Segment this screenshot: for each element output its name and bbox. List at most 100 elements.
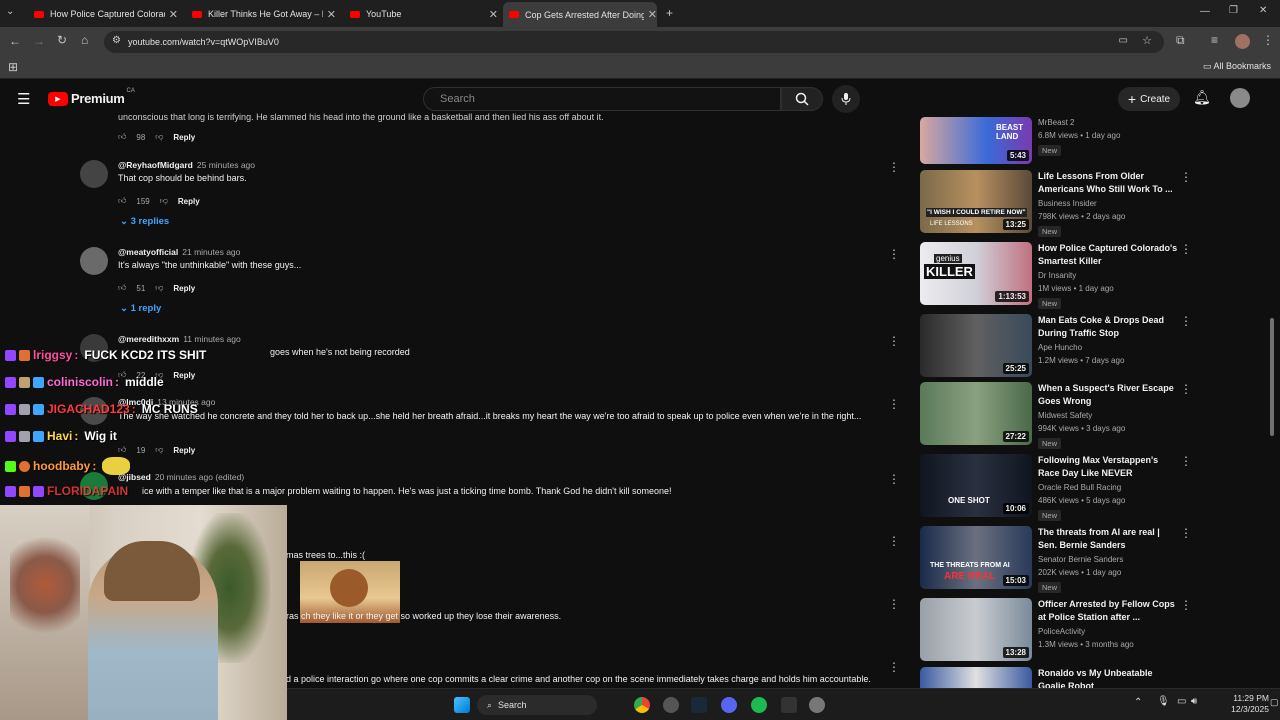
minimize-icon[interactable]: —: [1200, 6, 1210, 17]
channel-name[interactable]: MrBeast 2: [1038, 118, 1074, 127]
video-title[interactable]: How Police Captured Colorado's Smartest …: [1038, 242, 1178, 267]
video-thumbnail[interactable]: ONE SHOT 10:06: [920, 454, 1032, 517]
back-icon[interactable]: ←: [9, 34, 21, 48]
recommended-video[interactable]: genius KILLER 1:13:53 How Police Capture…: [920, 242, 1192, 309]
gear-icon[interactable]: [809, 697, 825, 713]
discord-icon[interactable]: [721, 697, 737, 713]
steam-icon[interactable]: [691, 697, 707, 713]
comment-menu-icon[interactable]: ⋮: [888, 397, 900, 411]
video-thumbnail[interactable]: 27:22: [920, 382, 1032, 445]
video-title[interactable]: Life Lessons From Older Americans Who St…: [1038, 170, 1178, 195]
notification-icon[interactable]: ▢: [1270, 697, 1279, 708]
recommended-video[interactable]: ONE SHOT 10:06 Following Max Verstappen'…: [920, 454, 1192, 521]
recommended-video[interactable]: "I WISH I COULD RETIRE NOW" LIFE LESSONS…: [920, 170, 1192, 237]
app-icon[interactable]: [781, 697, 797, 713]
search-input[interactable]: Search: [423, 87, 781, 111]
video-menu-icon[interactable]: ⋮: [1180, 454, 1192, 468]
bookmark-star-icon[interactable]: ☆: [1142, 34, 1152, 47]
cast-icon[interactable]: ▭: [1119, 35, 1128, 46]
taskbar-search[interactable]: ⌕ Search: [477, 695, 597, 715]
comment-author[interactable]: @meredithxxm 11 minutes ago: [118, 334, 241, 344]
chevron-up-icon[interactable]: ⌃: [1134, 697, 1142, 708]
video-menu-icon[interactable]: ⋮: [1180, 242, 1192, 256]
channel-name[interactable]: Midwest Safety: [1038, 411, 1092, 420]
voice-search-button[interactable]: [832, 85, 860, 113]
channel-name[interactable]: Ape Huncho: [1038, 343, 1082, 352]
microphone-icon[interactable]: 🎙︎: [1157, 696, 1170, 707]
close-icon[interactable]: ✕: [327, 8, 336, 21]
search-button[interactable]: [781, 87, 823, 111]
maximize-icon[interactable]: ❐: [1229, 5, 1238, 16]
video-title[interactable]: The threats from AI are real | Sen. Bern…: [1038, 526, 1178, 551]
comment-menu-icon[interactable]: ⋮: [888, 534, 900, 548]
view-replies-button[interactable]: ⌄ 1 reply: [120, 303, 161, 314]
url-field[interactable]: ⚙ youtube.com/watch?v=qtWOpVIBuV0 ▭ ☆: [104, 31, 1164, 53]
recommended-video[interactable]: BEAST LAND 5:43 MrBeast 2 6.8M views • 1…: [920, 117, 1190, 167]
apps-grid-icon[interactable]: ⊞: [8, 60, 18, 74]
video-thumbnail[interactable]: 13:28: [920, 598, 1032, 661]
comment-menu-icon[interactable]: ⋮: [888, 160, 900, 174]
comment-menu-icon[interactable]: ⋮: [888, 472, 900, 486]
extensions-icon[interactable]: ⧉: [1176, 33, 1185, 48]
video-menu-icon[interactable]: ⋮: [1180, 382, 1192, 396]
reply-button[interactable]: Reply: [178, 197, 200, 206]
dislike-icon[interactable]: 👎︎: [155, 445, 163, 455]
channel-name[interactable]: Business Insider: [1038, 199, 1097, 208]
video-thumbnail[interactable]: THE THREATS FROM AI ARE REAL 15:03: [920, 526, 1032, 589]
recommended-video[interactable]: 25:25 Man Eats Coke & Drops Dead During …: [920, 314, 1192, 380]
channel-name[interactable]: PoliceActivity: [1038, 627, 1085, 636]
scrollbar-thumb[interactable]: [1270, 318, 1274, 436]
tab-search-icon[interactable]: ⌄: [6, 6, 14, 17]
site-info-icon[interactable]: ⚙: [112, 35, 121, 46]
comment-author[interactable]: @ReyhaofMidgard 25 minutes ago: [118, 160, 255, 170]
account-avatar[interactable]: [1230, 88, 1250, 108]
windows-start-icon[interactable]: [454, 697, 470, 713]
reply-button[interactable]: Reply: [173, 446, 195, 455]
video-menu-icon[interactable]: ⋮: [1180, 598, 1192, 612]
recommended-video[interactable]: 27:22 When a Suspect's River Escape Goes…: [920, 382, 1192, 449]
video-menu-icon[interactable]: ⋮: [1180, 526, 1192, 540]
recommended-video[interactable]: THE THREATS FROM AI ARE REAL 15:03 The t…: [920, 526, 1192, 593]
hamburger-menu-icon[interactable]: ☰: [17, 90, 30, 108]
reload-icon[interactable]: ↻: [57, 33, 67, 47]
video-title[interactable]: When a Suspect's River Escape Goes Wrong: [1038, 382, 1178, 407]
avatar[interactable]: [80, 247, 108, 275]
reply-button[interactable]: Reply: [173, 133, 195, 142]
close-icon[interactable]: ✕: [169, 8, 178, 21]
video-title[interactable]: Officer Arrested by Fellow Cops at Polic…: [1038, 598, 1178, 623]
dislike-icon[interactable]: 👎︎: [155, 132, 163, 142]
video-title[interactable]: Man Eats Coke & Drops Dead During Traffi…: [1038, 314, 1178, 339]
youtube-logo[interactable]: ▶ Premium CA: [48, 88, 135, 106]
video-thumbnail[interactable]: 25:25: [920, 314, 1032, 377]
reply-button[interactable]: Reply: [173, 284, 195, 293]
forward-icon[interactable]: →: [33, 34, 45, 48]
channel-name[interactable]: Oracle Red Bull Racing: [1038, 483, 1121, 492]
avatar[interactable]: [80, 160, 108, 188]
channel-name[interactable]: Senator Bernie Sanders: [1038, 555, 1123, 564]
video-thumbnail[interactable]: BEAST LAND 5:43: [920, 117, 1032, 164]
video-thumbnail[interactable]: genius KILLER 1:13:53: [920, 242, 1032, 305]
network-icon[interactable]: ▭: [1177, 696, 1186, 707]
video-thumbnail[interactable]: "I WISH I COULD RETIRE NOW" LIFE LESSONS…: [920, 170, 1032, 233]
tab-4-active[interactable]: Cop Gets Arrested After Doing ✕: [503, 2, 657, 27]
tab-2[interactable]: Killer Thinks He Got Away – Do ✕: [186, 4, 336, 24]
dislike-icon[interactable]: 👎︎: [155, 283, 163, 293]
video-thumbnail[interactable]: [920, 667, 1032, 688]
like-icon[interactable]: 👍︎: [118, 132, 126, 142]
settings-app-icon[interactable]: [663, 697, 679, 713]
reply-button[interactable]: Reply: [173, 371, 195, 380]
like-icon[interactable]: 👍︎: [118, 196, 126, 206]
clock[interactable]: 11:29 PM 12/3/2025: [1209, 693, 1269, 715]
video-menu-icon[interactable]: ⋮: [1180, 314, 1192, 328]
chrome-icon[interactable]: [634, 697, 650, 713]
comment-author[interactable]: @jibsed 20 minutes ago (edited): [118, 472, 244, 482]
close-icon[interactable]: ✕: [489, 8, 498, 21]
video-title[interactable]: Following Max Verstappen's Race Day Like…: [1038, 454, 1178, 480]
comment-author[interactable]: @meatyofficial 21 minutes ago: [118, 247, 240, 257]
notifications-bell-icon[interactable]: 🔔︎: [1193, 89, 1211, 106]
spotify-icon[interactable]: [751, 697, 767, 713]
media-icon[interactable]: ≡: [1211, 33, 1218, 47]
tab-3[interactable]: YouTube ✕: [344, 4, 498, 24]
new-tab-icon[interactable]: +: [666, 6, 673, 20]
like-icon[interactable]: 👍︎: [118, 445, 126, 455]
